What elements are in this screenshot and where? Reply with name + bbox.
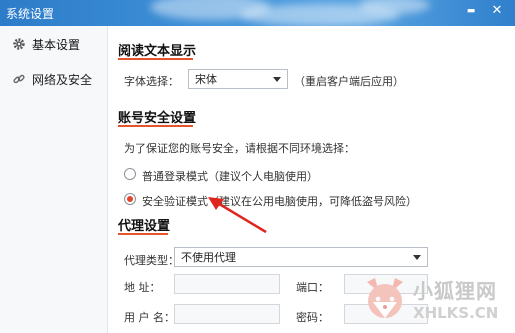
account-description: 为了保证您的账号安全，请根据不同环境选择： xyxy=(124,142,355,155)
password-label: 密码： xyxy=(296,311,329,324)
sidebar-item-label: 网络及安全 xyxy=(32,72,93,87)
font-select-value: 宋体 xyxy=(195,73,217,86)
sidebar-item-label: 基本设置 xyxy=(32,37,81,52)
watermark: 小狐狸网 XHLKS.CN xyxy=(361,267,511,329)
section-underline xyxy=(118,233,168,235)
address-label: 地 址： xyxy=(124,281,161,294)
sidebar-item-basic-settings[interactable]: 基本设置 xyxy=(12,34,80,54)
font-select-label: 字体选择： xyxy=(124,75,179,88)
address-input[interactable] xyxy=(174,274,280,294)
account-section-title: 账号安全设置 xyxy=(118,111,197,126)
normal-login-radio[interactable] xyxy=(124,168,136,180)
secure-login-label[interactable]: 安全验证模式（建议在公用电脑使用，可降低盗号风险） xyxy=(142,193,417,209)
sidebar-item-network-security[interactable]: 网络及安全 xyxy=(12,69,92,89)
username-label: 用 户 名： xyxy=(124,311,175,324)
section-underline xyxy=(118,125,193,127)
normal-login-label[interactable]: 普通登录模式（建议个人电脑使用） xyxy=(142,168,318,184)
window-title: 系统设置 xyxy=(6,7,55,21)
proxy-type-value: 不使用代理 xyxy=(181,251,236,264)
port-label: 端口： xyxy=(296,281,329,294)
reading-section-title: 阅读文本显示 xyxy=(118,44,197,59)
fox-logo-icon xyxy=(367,278,403,318)
annotation-arrow-icon xyxy=(208,197,267,234)
secure-login-radio[interactable] xyxy=(124,193,136,205)
sidebar: 基本设置 网络及安全 xyxy=(0,26,108,333)
proxy-type-select[interactable]: 不使用代理 xyxy=(174,247,428,267)
watermark-en: XHLKS.CN xyxy=(413,303,499,322)
chevron-down-icon xyxy=(413,254,421,260)
chevron-down-icon xyxy=(273,76,281,82)
title-bar: 系统设置 ▬ ✕ xyxy=(0,0,515,26)
proxy-type-label: 代理类型： xyxy=(124,254,179,267)
link-icon xyxy=(13,74,25,84)
watermark-cn: 小狐狸网 xyxy=(413,278,497,303)
proxy-section-title: 代理设置 xyxy=(118,219,171,234)
username-input[interactable] xyxy=(174,304,280,324)
minimize-button[interactable]: ▬ xyxy=(463,6,479,16)
font-select[interactable]: 宋体 xyxy=(188,69,288,89)
close-button[interactable]: ✕ xyxy=(489,3,505,18)
section-underline xyxy=(118,58,193,60)
font-note: （重启客户端后应用） xyxy=(294,75,404,88)
gear-icon xyxy=(13,38,25,50)
